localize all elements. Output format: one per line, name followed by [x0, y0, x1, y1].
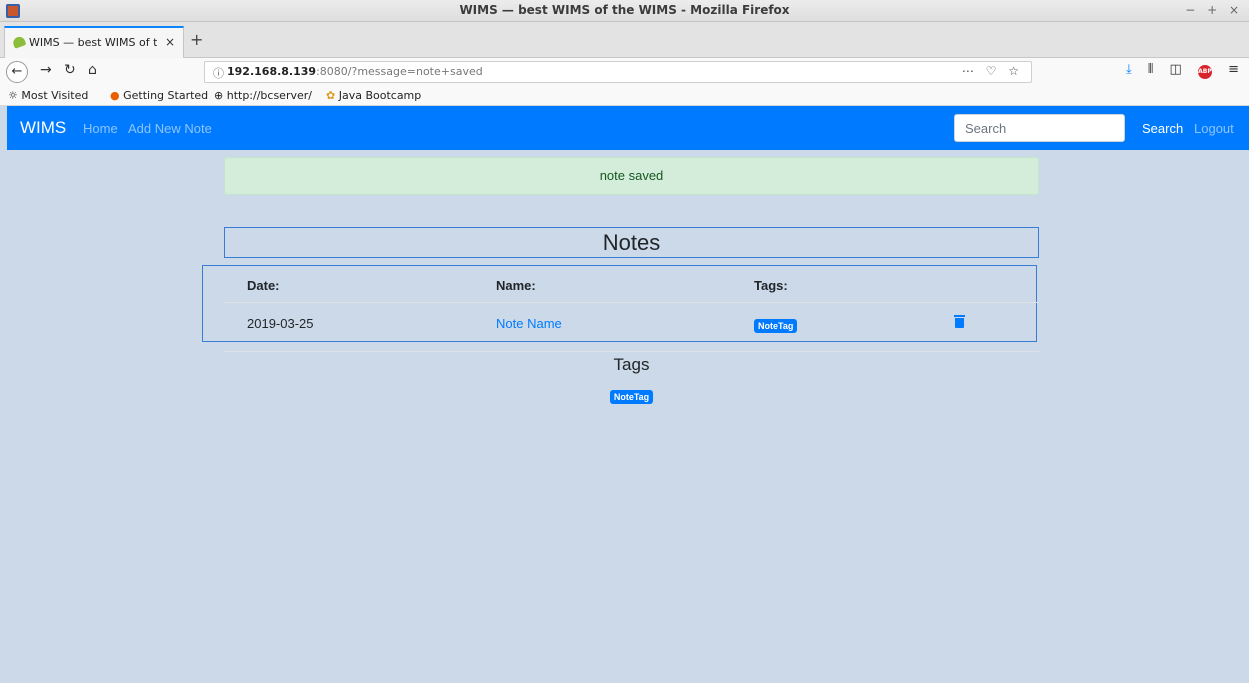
brand-link[interactable]: WIMS	[20, 118, 66, 138]
notes-heading: Notes	[224, 227, 1039, 258]
menu-icon[interactable]: ≡	[1228, 62, 1239, 77]
bookmarks-bar: ☼ Most Visited ● Getting Started ⊕ http:…	[0, 86, 1249, 106]
search-input[interactable]	[954, 114, 1125, 142]
bookmark-label: http://bcserver/	[226, 89, 312, 102]
nav-home-link[interactable]: Home	[83, 121, 118, 136]
url-bar[interactable]: ⓘ 192.168.8.139:8080/?message=note+saved…	[204, 61, 1032, 83]
trash-lid	[954, 315, 965, 317]
page-content: WIMS Home Add New Note Search Logout not…	[7, 106, 1249, 683]
home-icon[interactable]: ⌂	[88, 62, 97, 78]
logout-link[interactable]: Logout	[1194, 121, 1234, 136]
sidebar-icon[interactable]: ◫	[1170, 62, 1182, 77]
nav-add-note-link[interactable]: Add New Note	[128, 121, 212, 136]
url-text[interactable]: 192.168.8.139:8080/?message=note+saved	[227, 65, 483, 78]
bookmark-label: Getting Started	[123, 89, 209, 102]
search-button[interactable]: Search	[1142, 121, 1183, 136]
bookmark-label: Java Bootcamp	[338, 89, 422, 102]
tags-heading: Tags	[613, 355, 650, 374]
note-tag-cell: NoteTag	[754, 317, 798, 333]
forward-arrow-icon[interactable]: →	[40, 62, 52, 78]
note-name-link[interactable]: Note Name	[496, 316, 562, 331]
title-bar: WIMS — best WIMS of the WIMS - Mozilla F…	[0, 0, 1249, 22]
bookmark-most-visited[interactable]: ☼ Most Visited	[8, 89, 88, 102]
firefox-icon: ●	[110, 89, 120, 102]
bookmark-getting-started[interactable]: ● Getting Started	[110, 89, 208, 102]
back-arrow-icon[interactable]: ←	[6, 61, 28, 83]
adblock-icon[interactable]: ABP	[1197, 65, 1212, 79]
download-icon[interactable]: ⤓	[1126, 62, 1132, 77]
browser-window: WIMS — best WIMS of the WIMS - Mozilla F…	[0, 0, 1249, 683]
new-tab-button[interactable]: +	[190, 30, 203, 49]
tag-badge[interactable]: NoteTag	[609, 390, 654, 404]
toolbar-right: ⤓ ⫴ ◫ ABP ≡	[1114, 62, 1239, 79]
column-header-name: Name:	[496, 278, 536, 293]
trash-icon[interactable]	[954, 315, 965, 328]
reload-icon[interactable]: ↻	[64, 62, 76, 78]
globe-icon: ⊕	[214, 89, 224, 102]
row-divider	[224, 302, 1039, 303]
app-navbar: WIMS Home Add New Note Search Logout	[7, 106, 1249, 150]
tab-title: WIMS — best WIMS of th	[29, 36, 157, 49]
leaf-favicon-icon	[11, 35, 27, 49]
tab-strip: WIMS — best WIMS of th × +	[0, 22, 1249, 58]
notes-table: Date: Name: Tags: 2019-03-25 Note Name N…	[202, 265, 1039, 342]
bookmark-bcserver[interactable]: ⊕ http://bcserver/	[214, 89, 312, 102]
tag-badge[interactable]: NoteTag	[754, 319, 798, 333]
trash-can	[955, 318, 964, 328]
window-title: WIMS — best WIMS of the WIMS - Mozilla F…	[459, 3, 790, 17]
column-header-date: Date:	[247, 278, 280, 293]
library-icon[interactable]: ⫴	[1148, 62, 1153, 77]
info-icon[interactable]: ⓘ	[213, 65, 224, 81]
bookmark-java-bootcamp[interactable]: ✿ Java Bootcamp	[326, 89, 421, 102]
browser-toolbar: ← → ↻ ⌂ ⓘ 192.168.8.139:8080/?message=no…	[0, 58, 1249, 86]
browser-tab[interactable]: WIMS — best WIMS of th ×	[4, 26, 184, 58]
note-date: 2019-03-25	[247, 316, 314, 331]
gear-icon: ☼	[8, 89, 18, 102]
column-header-tags: Tags:	[754, 278, 788, 293]
tags-list: NoteTag	[224, 385, 1039, 404]
section-divider	[224, 351, 1039, 352]
url-path: :8080/?message=note+saved	[316, 65, 483, 78]
close-tab-icon[interactable]: ×	[165, 35, 175, 49]
window-controls[interactable]: − + ×	[1185, 3, 1243, 17]
url-host: 192.168.8.139	[227, 65, 317, 78]
bookmark-label: Most Visited	[21, 89, 89, 102]
page-actions[interactable]: ⋯ ♡ ☆	[962, 64, 1023, 78]
bootcamp-icon: ✿	[326, 89, 336, 102]
success-alert: note saved	[224, 157, 1039, 195]
